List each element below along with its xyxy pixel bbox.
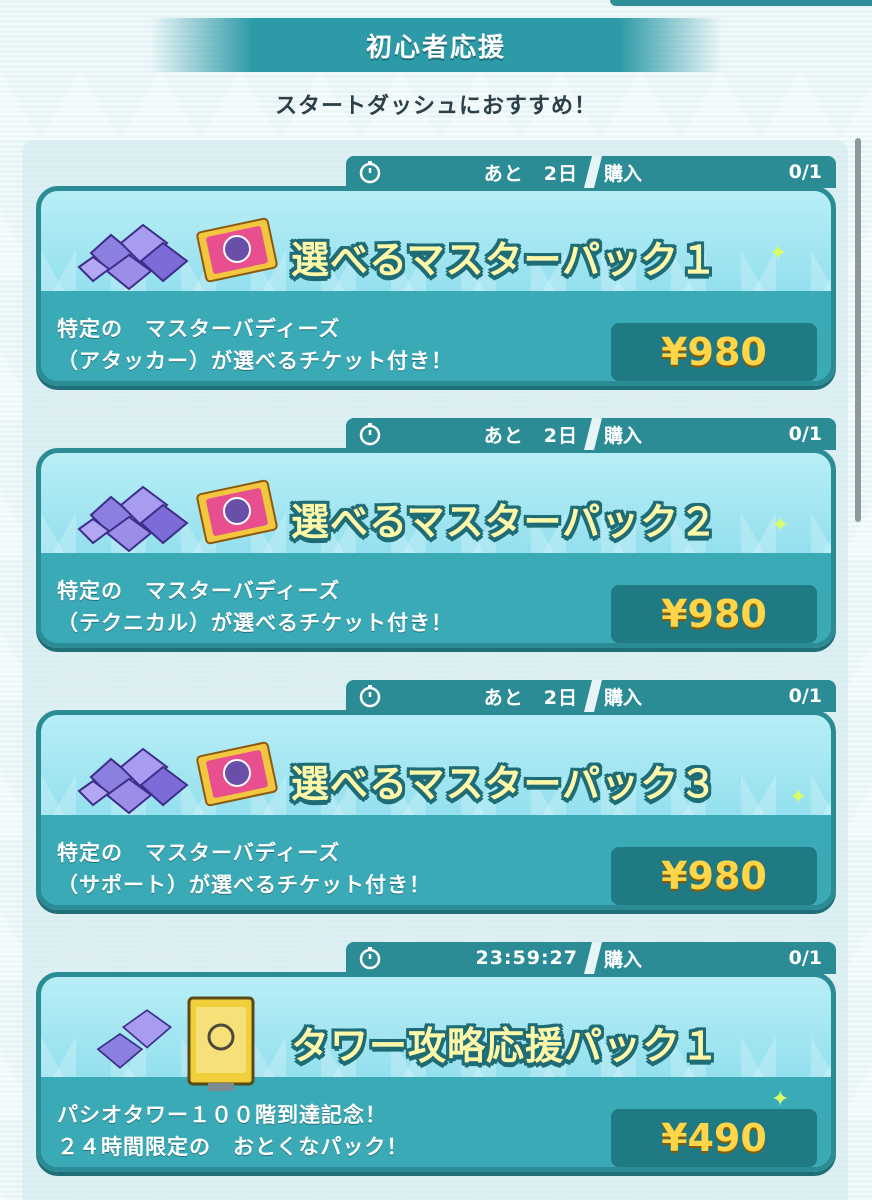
- purchase-label: 購入: [604, 162, 643, 185]
- pack-card-body[interactable]: ✦ 選べるマスターパック１ 特定の マスターバディーズ （アタッカー）が選べるチ…: [36, 186, 836, 386]
- pack-description: 特定の マスターバディーズ （テクニカル）が選べるチケット付き！: [57, 579, 453, 635]
- pack-card-body[interactable]: ✦ 選べるマスターパック２ 特定の マスターバディーズ （テクニカル）が選べるチ…: [36, 448, 836, 648]
- sparkle-icon: ✦: [789, 785, 808, 810]
- time-remaining: あと 2日: [483, 162, 578, 185]
- stopwatch-icon: [359, 685, 381, 708]
- purchase-count: 0/1: [788, 161, 822, 183]
- pack-title: 選べるマスターパック１: [291, 238, 719, 282]
- sparkle-icon: ✦: [769, 241, 788, 266]
- pack-card[interactable]: ✦ 選べるマスターパック３ 特定の マスターバディーズ （サポート）が選べるチケ…: [36, 680, 836, 912]
- stopwatch-icon: [359, 161, 381, 184]
- card-icon: [187, 996, 255, 1091]
- pack-card[interactable]: ✦ 選べるマスターパック２ 特定の マスターバディーズ （テクニカル）が選べるチ…: [36, 418, 836, 650]
- time-remaining: あと 2日: [483, 686, 578, 709]
- purchase-label: 購入: [604, 686, 643, 709]
- ticket-icon: [196, 741, 278, 807]
- pack-description: 特定の マスターバディーズ （アタッカー）が選べるチケット付き！: [57, 317, 453, 373]
- purchase-label: 購入: [604, 948, 643, 971]
- purchase-count: 0/1: [788, 947, 822, 969]
- pack-info-bar: あと 2日 購入 0/1: [346, 680, 836, 712]
- pack-title: 選べるマスターパック２: [291, 500, 719, 544]
- purchase-count: 0/1: [788, 423, 822, 445]
- pack-title: 選べるマスターパック３: [291, 762, 719, 806]
- gems-icon: [77, 485, 189, 553]
- pack-title: タワー攻略応援パック１: [291, 1024, 721, 1068]
- pack-info-bar: 23:59:27 購入 0/1: [346, 942, 836, 974]
- pack-card[interactable]: ✦ 選べるマスターパック１ 特定の マスターバディーズ （アタッカー）が選べるチ…: [36, 156, 836, 388]
- purchase-count: 0/1: [788, 685, 822, 707]
- section-header: 初心者応援: [150, 18, 722, 72]
- pack-card[interactable]: ✦ タワー攻略応援パック１ パシオタワー１００階到達記念！ ２４時間限定の おと…: [36, 942, 836, 1174]
- gems-icon: [77, 223, 189, 291]
- buy-button[interactable]: ¥980: [611, 847, 817, 905]
- pack-card-body[interactable]: ✦ タワー攻略応援パック１ パシオタワー１００階到達記念！ ２４時間限定の おと…: [36, 972, 836, 1172]
- pack-card-body[interactable]: ✦ 選べるマスターパック３ 特定の マスターバディーズ （サポート）が選べるチケ…: [36, 710, 836, 910]
- pack-info-bar: あと 2日 購入 0/1: [346, 156, 836, 188]
- stopwatch-icon: [359, 423, 381, 446]
- scrollbar[interactable]: [855, 138, 861, 522]
- time-remaining: あと 2日: [483, 424, 578, 447]
- buy-button[interactable]: ¥980: [611, 585, 817, 643]
- gems-icon: [96, 1009, 173, 1069]
- ticket-icon: [196, 217, 278, 283]
- buy-button[interactable]: ¥980: [611, 323, 817, 381]
- top-strip: [610, 0, 872, 6]
- pack-description: 特定の マスターバディーズ （サポート）が選べるチケット付き！: [57, 841, 431, 897]
- purchase-label: 購入: [604, 424, 643, 447]
- time-remaining: 23:59:27: [475, 947, 578, 969]
- sparkle-icon: ✦: [771, 513, 790, 538]
- pack-info-bar: あと 2日 購入 0/1: [346, 418, 836, 450]
- page-title: 初心者応援: [365, 32, 506, 63]
- gems-icon: [77, 747, 189, 815]
- section-subtitle: スタートダッシュにおすすめ！: [274, 94, 597, 119]
- buy-button[interactable]: ¥490: [611, 1109, 817, 1167]
- stopwatch-icon: [359, 947, 381, 970]
- ticket-icon: [196, 479, 278, 545]
- pack-description: パシオタワー１００階到達記念！ ２４時間限定の おとくなパック！: [57, 1103, 409, 1159]
